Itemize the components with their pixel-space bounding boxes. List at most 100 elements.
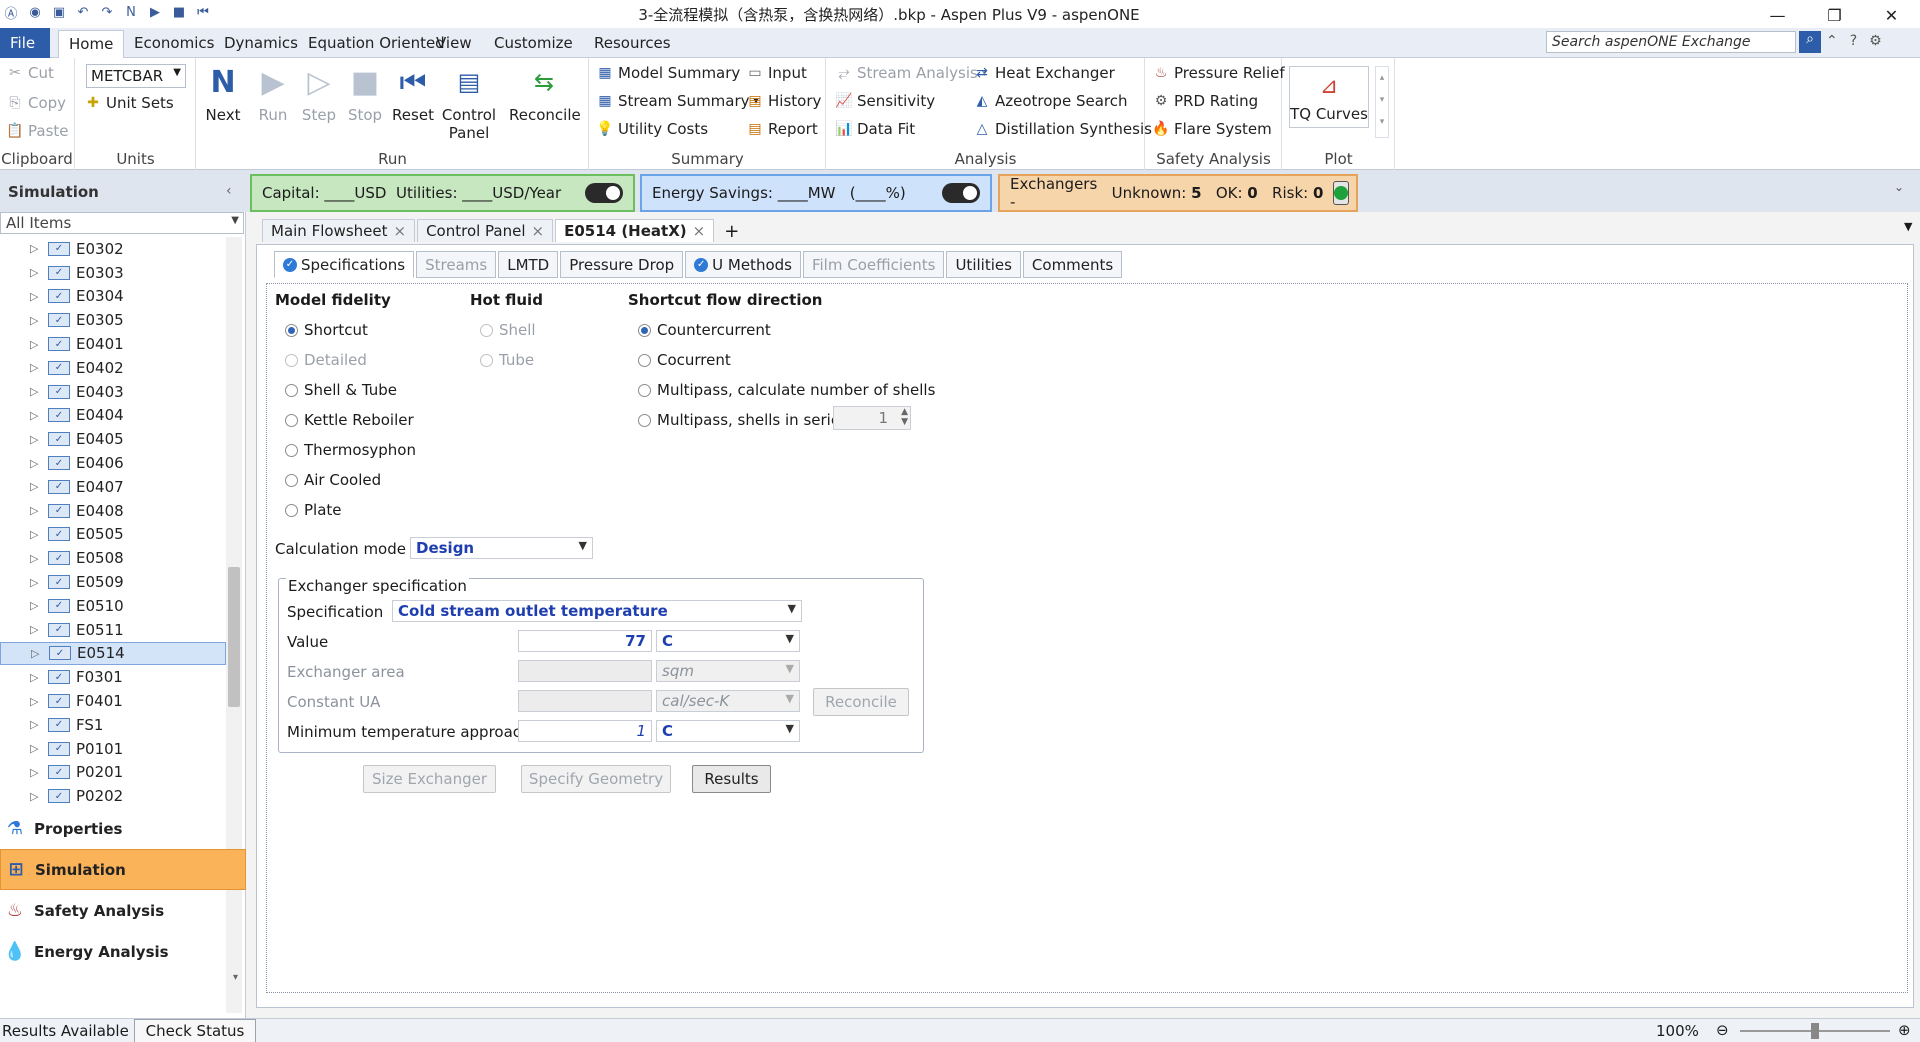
unit-set-select[interactable]: METCBAR ▼ bbox=[86, 64, 186, 88]
scroll-thumb[interactable] bbox=[228, 567, 240, 707]
expand-arrow-icon[interactable]: ▷ bbox=[30, 385, 38, 398]
stop-button[interactable]: ■ Stop bbox=[345, 62, 385, 125]
model-summary-button[interactable]: ▦ Model Summary bbox=[596, 64, 740, 82]
expand-arrow-icon[interactable]: ▷ bbox=[30, 599, 38, 612]
ua-input[interactable] bbox=[518, 690, 652, 712]
azeotrope-search-button[interactable]: ◭ Azeotrope Search bbox=[973, 92, 1128, 110]
expand-arrow-icon[interactable]: ▷ bbox=[30, 457, 38, 470]
safety-analysis-nav-button[interactable]: ♨ Safety Analysis bbox=[0, 890, 246, 931]
expand-arrow-icon[interactable]: ▷ bbox=[30, 338, 38, 351]
close-button[interactable]: ✕ bbox=[1863, 0, 1920, 30]
data-fit-button[interactable]: 📊 Data Fit bbox=[835, 120, 915, 138]
tab-resources[interactable]: Resources bbox=[584, 30, 681, 58]
stepper-arrows-icon[interactable]: ▲ ▼ bbox=[901, 407, 908, 427]
tree-item[interactable]: ▷ ✓ E0305 bbox=[0, 308, 226, 332]
doc-tab-control-panel[interactable]: Control Panel × bbox=[417, 219, 554, 242]
tree-item[interactable]: ▷ ✓ E0510 bbox=[0, 594, 226, 618]
tree-item[interactable]: ▷ ✓ FS1 bbox=[0, 713, 226, 737]
expand-arrow-icon[interactable]: ▷ bbox=[30, 695, 38, 708]
tree-item[interactable]: ▷ ✓ E0408 bbox=[0, 499, 226, 523]
size-exchanger-button[interactable]: Size Exchanger bbox=[363, 765, 496, 793]
radio-plate[interactable]: Plate bbox=[285, 501, 342, 519]
paste-button[interactable]: 📋 Paste bbox=[6, 122, 68, 140]
radio-shell[interactable]: Shell bbox=[480, 321, 536, 339]
sensitivity-button[interactable]: 📈 Sensitivity bbox=[835, 92, 935, 110]
radio-countercurrent[interactable]: Countercurrent bbox=[638, 321, 771, 339]
ua-unit-select[interactable]: cal/sec-K ▼ bbox=[656, 690, 800, 712]
close-icon[interactable]: × bbox=[693, 222, 706, 240]
collapse-nav-icon[interactable]: ‹ bbox=[226, 183, 232, 199]
tree-item[interactable]: ▷ ✓ E0508 bbox=[0, 546, 226, 570]
expand-arrow-icon[interactable]: ▷ bbox=[30, 361, 38, 374]
doc-tab-main-flowsheet[interactable]: Main Flowsheet × bbox=[262, 219, 416, 242]
expand-arrow-icon[interactable]: ▷ bbox=[30, 266, 38, 279]
control-panel-button[interactable]: ▤ Control Panel bbox=[441, 62, 497, 142]
radio-kettle-reboiler[interactable]: Kettle Reboiler bbox=[285, 411, 414, 429]
economics-toggle[interactable] bbox=[585, 183, 623, 203]
expand-arrow-icon[interactable]: ▷ bbox=[30, 576, 38, 589]
tab-file[interactable]: File bbox=[0, 28, 50, 58]
radio-detailed[interactable]: Detailed bbox=[285, 351, 367, 369]
doc-tab-e0514[interactable]: E0514 (HeatX) × bbox=[555, 219, 715, 242]
expand-arrow-icon[interactable]: ▷ bbox=[30, 314, 38, 327]
tab-customize[interactable]: Customize bbox=[484, 30, 583, 58]
tab-streams[interactable]: Streams bbox=[416, 251, 497, 278]
radio-multipass-calc[interactable]: Multipass, calculate number of shells bbox=[638, 381, 935, 399]
tree-item[interactable]: ▷ ✓ E0401 bbox=[0, 332, 226, 356]
expand-arrow-icon[interactable]: ▷ bbox=[30, 742, 38, 755]
check-status-button[interactable]: Check Status bbox=[134, 1019, 256, 1042]
expand-arrow-icon[interactable]: ▷ bbox=[30, 433, 38, 446]
collapse-ribbon-icon[interactable]: ⌃ bbox=[1826, 33, 1838, 49]
properties-nav-button[interactable]: ⚗ Properties bbox=[0, 808, 246, 849]
tree-item[interactable]: ▷ ✓ P0202 bbox=[0, 784, 226, 808]
expand-arrow-icon[interactable]: ▷ bbox=[30, 528, 38, 541]
tab-pressure-drop[interactable]: Pressure Drop bbox=[560, 251, 684, 278]
tab-specifications[interactable]: ✓ Specifications bbox=[274, 251, 415, 278]
radio-thermosyphon[interactable]: Thermosyphon bbox=[285, 441, 416, 459]
pressure-relief-button[interactable]: ♨ Pressure Relief bbox=[1152, 64, 1285, 82]
help-icon[interactable]: ? bbox=[1850, 33, 1857, 49]
expand-arrow-icon[interactable]: ▷ bbox=[30, 504, 38, 517]
results-button[interactable]: Results bbox=[692, 765, 771, 793]
stream-analysis-button[interactable]: ⥂ Stream Analysis ▾ bbox=[835, 64, 986, 82]
zoom-in-icon[interactable]: ⊕ bbox=[1898, 1021, 1911, 1039]
reset-button[interactable]: ⏮ Reset bbox=[391, 62, 435, 125]
exchanger-status-button[interactable] bbox=[1332, 181, 1349, 205]
energy-analysis-nav-button[interactable]: 💧 Energy Analysis bbox=[0, 931, 246, 972]
radio-multipass-series[interactable]: Multipass, shells in series bbox=[638, 411, 848, 429]
expand-arrow-icon[interactable]: ▷ bbox=[30, 623, 38, 636]
tree-item[interactable]: ▷ ✓ E0303 bbox=[0, 261, 226, 285]
nav-overflow-icon[interactable]: ▾ bbox=[0, 972, 246, 983]
stream-summary-button[interactable]: ▦ Stream Summary ▾ bbox=[596, 92, 758, 110]
nav-filter-select[interactable]: All Items ▼ bbox=[0, 212, 244, 234]
tab-list-icon[interactable]: ▼ bbox=[1904, 220, 1912, 233]
expand-arrow-icon[interactable]: ▷ bbox=[30, 409, 38, 422]
expand-arrow-icon[interactable]: ▷ bbox=[30, 480, 38, 493]
expand-arrow-icon[interactable]: ▷ bbox=[30, 671, 38, 684]
tq-curves-button[interactable]: ⊿ TQ Curves bbox=[1289, 66, 1369, 128]
radio-shortcut[interactable]: Shortcut bbox=[285, 321, 368, 339]
simulation-nav-button[interactable]: ⊞ Simulation bbox=[0, 849, 246, 890]
expand-arrow-icon[interactable]: ▷ bbox=[30, 552, 38, 565]
tab-lmtd[interactable]: LMTD bbox=[498, 251, 559, 278]
tab-u-methods[interactable]: ✓ U Methods bbox=[685, 251, 801, 278]
reconcile-button[interactable]: ⇆ Reconcile bbox=[509, 62, 581, 124]
shells-stepper[interactable]: 1 ▲ ▼ bbox=[833, 406, 911, 430]
search-input[interactable]: Search aspenONE Exchange bbox=[1546, 31, 1796, 53]
cut-button[interactable]: ✂ Cut bbox=[6, 64, 54, 82]
expand-arrow-icon[interactable]: ▷ bbox=[30, 242, 38, 255]
reconcile-form-button[interactable]: Reconcile bbox=[813, 688, 909, 716]
report-button[interactable]: ▤ Report bbox=[746, 120, 817, 138]
tree-item[interactable]: ▷ ✓ E0505 bbox=[0, 523, 226, 547]
new-tab-icon[interactable]: + bbox=[716, 221, 747, 242]
energy-toggle[interactable] bbox=[942, 183, 980, 203]
radio-cocurrent[interactable]: Cocurrent bbox=[638, 351, 731, 369]
restore-button[interactable]: ❐ bbox=[1806, 0, 1863, 30]
tree-item[interactable]: ▷ ✓ E0514 bbox=[0, 641, 226, 666]
calc-mode-select[interactable]: Design ▼ bbox=[410, 537, 593, 559]
zoom-out-icon[interactable]: ⊖ bbox=[1716, 1021, 1729, 1039]
min-temp-unit-select[interactable]: C ▼ bbox=[656, 720, 800, 742]
tab-utilities[interactable]: Utilities bbox=[946, 251, 1021, 278]
tree-item[interactable]: ▷ ✓ E0406 bbox=[0, 451, 226, 475]
tree-item[interactable]: ▷ ✓ P0101 bbox=[0, 737, 226, 761]
